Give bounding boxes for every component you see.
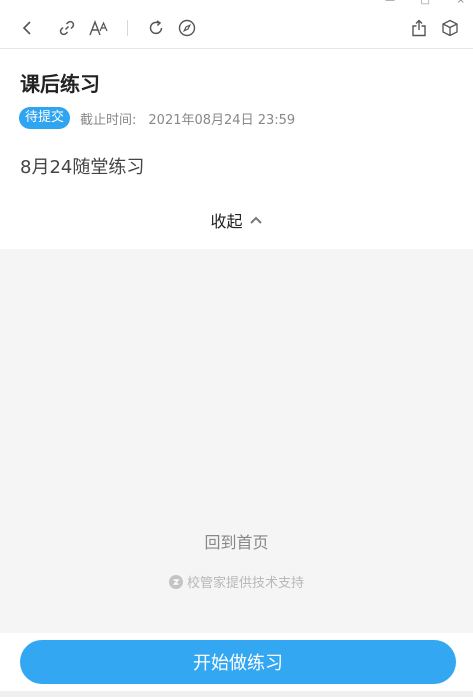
compass-icon[interactable]: [176, 17, 198, 39]
collapse-label: 收起: [210, 212, 243, 231]
deadline-value: 2021年08月24日 23:59: [148, 112, 296, 128]
deadline-label: 截止时间:: [80, 112, 137, 128]
bottom-edge: [0, 691, 473, 697]
provider-logo-icon: [168, 574, 183, 589]
window-controls: — □ ×: [353, 0, 473, 8]
cube-icon[interactable]: [439, 17, 461, 39]
task-description: 8月24随堂练习: [20, 157, 145, 178]
link-icon[interactable]: [56, 17, 78, 39]
task-card: 课后练习 待提交 截止时间: 2021年08月24日 23:59 8月24随堂练…: [0, 49, 473, 249]
chevron-up-icon: [249, 216, 262, 224]
share-icon[interactable]: [408, 17, 430, 39]
maximize-icon[interactable]: □: [421, 0, 430, 6]
powered-by: 校管家提供技术支持: [0, 572, 473, 591]
collapse-toggle[interactable]: 收起: [0, 208, 473, 232]
toolbar-divider: [127, 20, 128, 36]
font-size-icon[interactable]: [88, 17, 110, 39]
toolbar: [0, 8, 473, 49]
footer-panel: 回到首页 校管家提供技术支持: [0, 249, 473, 633]
refresh-icon[interactable]: [145, 17, 167, 39]
close-icon[interactable]: ×: [457, 0, 465, 6]
status-badge: 待提交: [19, 107, 71, 129]
powered-by-text: 校管家提供技术支持: [186, 576, 304, 591]
task-meta: 待提交 截止时间: 2021年08月24日 23:59: [19, 107, 295, 129]
home-link[interactable]: 回到首页: [0, 529, 473, 553]
minimize-icon[interactable]: —: [385, 0, 395, 6]
back-icon[interactable]: [16, 17, 38, 39]
start-practice-button[interactable]: 开始做练习: [20, 640, 456, 684]
bottom-action-bar: 开始做练习: [0, 633, 473, 691]
page-title: 课后练习: [20, 72, 100, 96]
